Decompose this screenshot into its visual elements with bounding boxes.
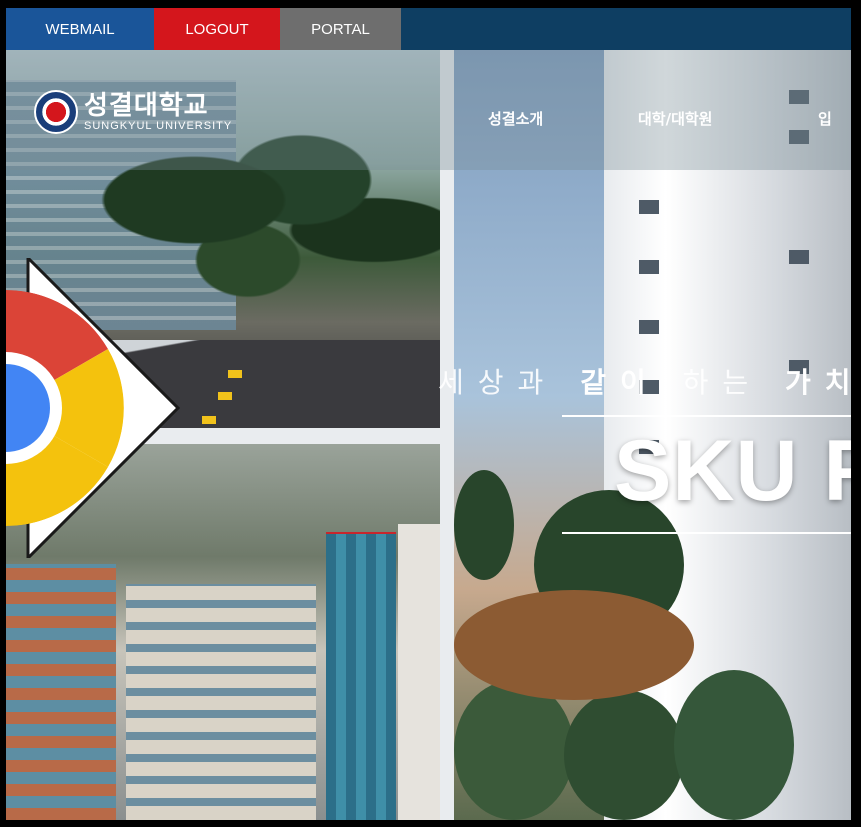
hero-divider-bottom (562, 532, 851, 534)
utility-bar: WEBMAIL LOGOUT PORTAL (6, 8, 851, 50)
hero-divider-top (562, 415, 851, 417)
nav-item-about[interactable]: 성결소개 (488, 108, 638, 129)
hero-title: SKU Fo (614, 423, 851, 519)
university-emblem-icon (34, 90, 78, 134)
chrome-logo-icon (6, 290, 124, 526)
logo-korean-name: 성결대학교 (84, 91, 209, 121)
webmail-button[interactable]: WEBMAIL (6, 8, 154, 50)
site-header: 성결대학교 SUNGKYUL UNIVERSITY 성결소개 대학/대학원 입 (6, 50, 851, 170)
nav-item-colleges[interactable]: 대학/대학원 (638, 108, 818, 129)
nav-item-admissions[interactable]: 입 (818, 108, 851, 129)
browser-viewport: WEBMAIL LOGOUT PORTAL 성결대학교 SUNGKYUL UNI… (6, 8, 851, 820)
main-nav: 성결소개 대학/대학원 입 (488, 108, 851, 129)
logout-button[interactable]: LOGOUT (154, 8, 280, 50)
portal-button[interactable]: PORTAL (280, 8, 401, 50)
hero-subtitle: 세상과 같이 하는 가치 (438, 366, 851, 399)
logo-english-name: SUNGKYUL UNIVERSITY (84, 120, 233, 132)
university-logo[interactable]: 성결대학교 SUNGKYUL UNIVERSITY (34, 90, 232, 134)
chrome-arrow-callout (6, 258, 181, 558)
